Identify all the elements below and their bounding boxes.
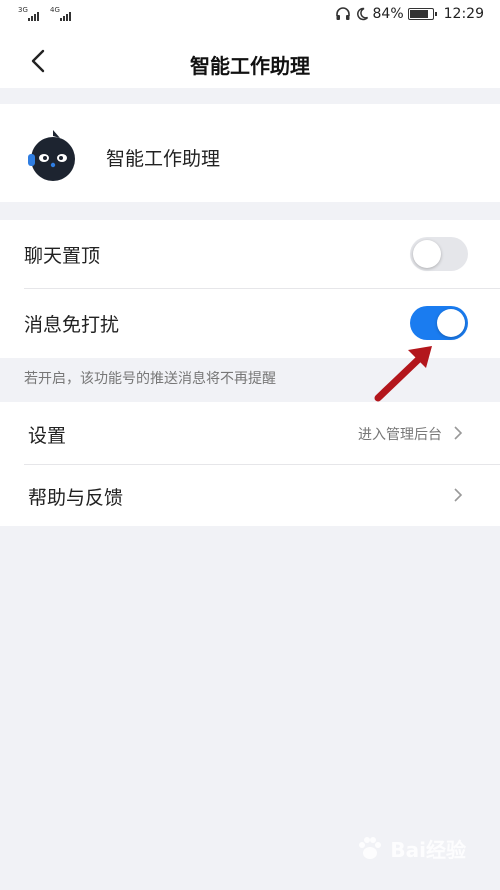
robot-avatar-icon <box>28 130 75 181</box>
signal-label: 3G <box>18 6 28 14</box>
status-right: 84% 12:29 <box>335 6 484 22</box>
moon-icon <box>356 7 368 21</box>
pin-chat-toggle[interactable] <box>410 237 468 271</box>
menu-item-label: 帮助与反馈 <box>28 487 124 509</box>
annotation-arrow-icon <box>374 346 432 402</box>
nav-bar: 智能工作助理 <box>0 36 500 88</box>
do-not-disturb-label: 消息免打扰 <box>24 314 120 336</box>
toggle-knob <box>413 240 441 268</box>
do-not-disturb-hint: 若开启，该功能号的推送消息将不再提醒 <box>24 371 276 387</box>
profile-card[interactable]: 智能工作助理 <box>0 104 500 202</box>
menu-item-value: 进入管理后台 <box>358 427 442 443</box>
menu-item-label: 设置 <box>28 425 67 447</box>
watermark-text: Bai经验 <box>390 837 466 862</box>
headphones-icon <box>335 7 350 20</box>
menu-item-help-feedback[interactable]: 帮助与反馈 <box>0 464 500 526</box>
status-bar: 3G 4G 84% 12:29 <box>0 0 500 36</box>
signal-label: 4G <box>50 6 60 14</box>
toggle-knob <box>437 309 465 337</box>
signal-strength-icon: 4G <box>50 6 71 21</box>
watermark: Bai经验 <box>354 832 466 864</box>
chevron-right-icon <box>454 488 463 502</box>
menu-card: 设置 进入管理后台 帮助与反馈 <box>0 402 500 526</box>
profile-name: 智能工作助理 <box>106 148 221 170</box>
clock: 12:29 <box>443 6 484 22</box>
chevron-right-icon <box>454 426 463 440</box>
do-not-disturb-toggle[interactable] <box>410 306 468 340</box>
battery-icon <box>407 8 437 20</box>
signal-strength-icon: 3G <box>18 6 39 21</box>
pin-chat-row: 聊天置顶 <box>0 220 500 288</box>
pin-chat-label: 聊天置顶 <box>24 245 101 267</box>
paw-logo-icon <box>359 837 382 859</box>
battery-percent: 84% <box>372 6 404 22</box>
page-title: 智能工作助理 <box>190 54 310 78</box>
